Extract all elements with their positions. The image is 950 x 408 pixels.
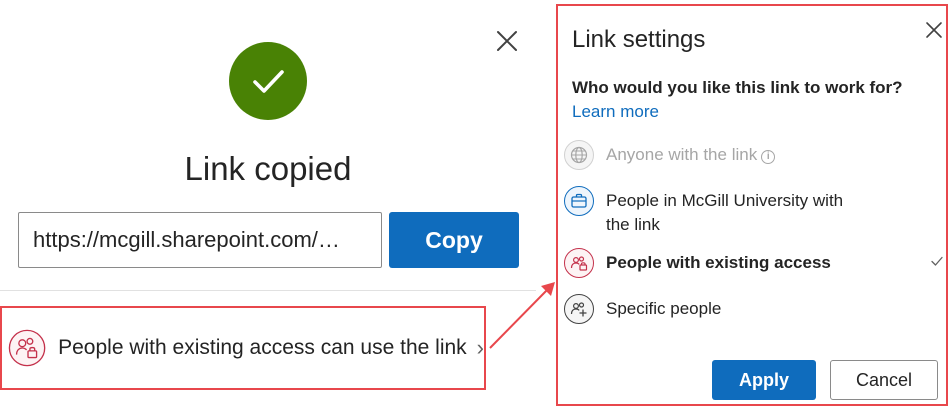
apply-button[interactable]: Apply <box>712 360 816 400</box>
divider <box>0 290 536 291</box>
audience-question: Who would you like this link to work for… <box>572 78 903 97</box>
globe-icon <box>564 140 594 170</box>
dialog-title: Link copied <box>184 150 352 187</box>
briefcase-icon <box>564 186 594 216</box>
option-anyone: Anyone with the link i <box>564 140 944 170</box>
people-lock-icon <box>8 329 46 367</box>
checkmark-icon <box>253 70 284 93</box>
link-access-setting-button[interactable]: People with existing access can use the … <box>0 306 486 390</box>
option-existing-access[interactable]: People with existing access <box>564 248 944 278</box>
info-icon[interactable]: i <box>761 150 776 164</box>
checkmark-icon <box>931 256 943 266</box>
option-label-line1: People in McGill University with <box>606 191 844 210</box>
close-icon[interactable] <box>494 28 520 54</box>
option-specific-people[interactable]: Specific people <box>564 294 944 324</box>
panel-title: Link settings <box>572 26 706 53</box>
chevron-right-icon: › <box>476 335 484 360</box>
link-settings-panel: Link settings Who would you like this li… <box>556 4 948 406</box>
cancel-button[interactable]: Cancel <box>830 360 938 400</box>
option-label: Specific people <box>606 299 722 318</box>
option-label-line2: the link <box>606 215 660 234</box>
learn-more-link[interactable]: Learn more <box>572 102 659 122</box>
option-label: People with existing access <box>606 253 831 272</box>
people-add-icon <box>564 294 594 324</box>
copy-button[interactable]: Copy <box>389 212 519 268</box>
people-lock-icon <box>564 248 594 278</box>
success-checkmark-badge <box>229 42 307 120</box>
link-url-field[interactable] <box>18 212 382 268</box>
access-summary-text: People with existing access can use the … <box>58 336 467 359</box>
close-icon[interactable] <box>924 20 944 40</box>
option-label: Anyone with the link <box>606 145 758 164</box>
option-organization[interactable]: People in McGill University with the lin… <box>564 186 944 237</box>
